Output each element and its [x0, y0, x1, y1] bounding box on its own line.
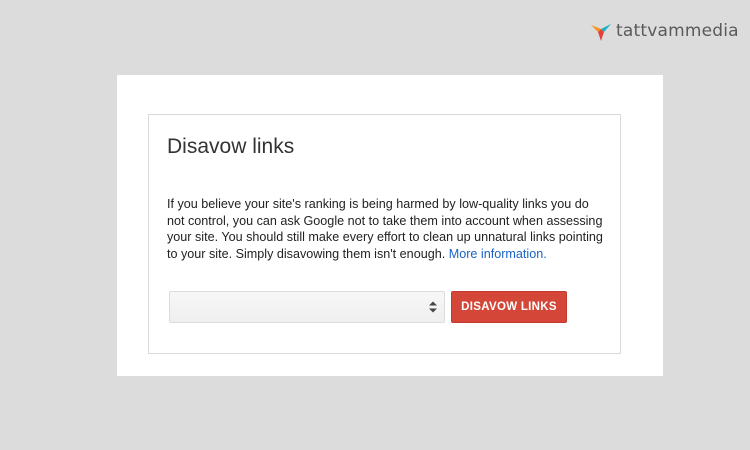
page: tattvammedia Disavow links If you believ… [0, 0, 750, 450]
brand-name: tattvammedia [616, 21, 739, 41]
bird-logo-icon [591, 24, 611, 41]
brand-watermark: tattvammedia [590, 20, 739, 42]
disavow-links-button[interactable]: DISAVOW LINKS [451, 291, 567, 323]
content-card: Disavow links If you believe your site's… [117, 75, 663, 376]
site-select[interactable] [169, 291, 445, 323]
disavow-description: If you believe your site's ranking is be… [167, 196, 603, 262]
disavow-panel: Disavow links If you believe your site's… [148, 114, 621, 354]
select-arrows-icon [429, 301, 437, 313]
page-title: Disavow links [167, 135, 295, 158]
more-information-link[interactable]: More information. [449, 247, 547, 261]
